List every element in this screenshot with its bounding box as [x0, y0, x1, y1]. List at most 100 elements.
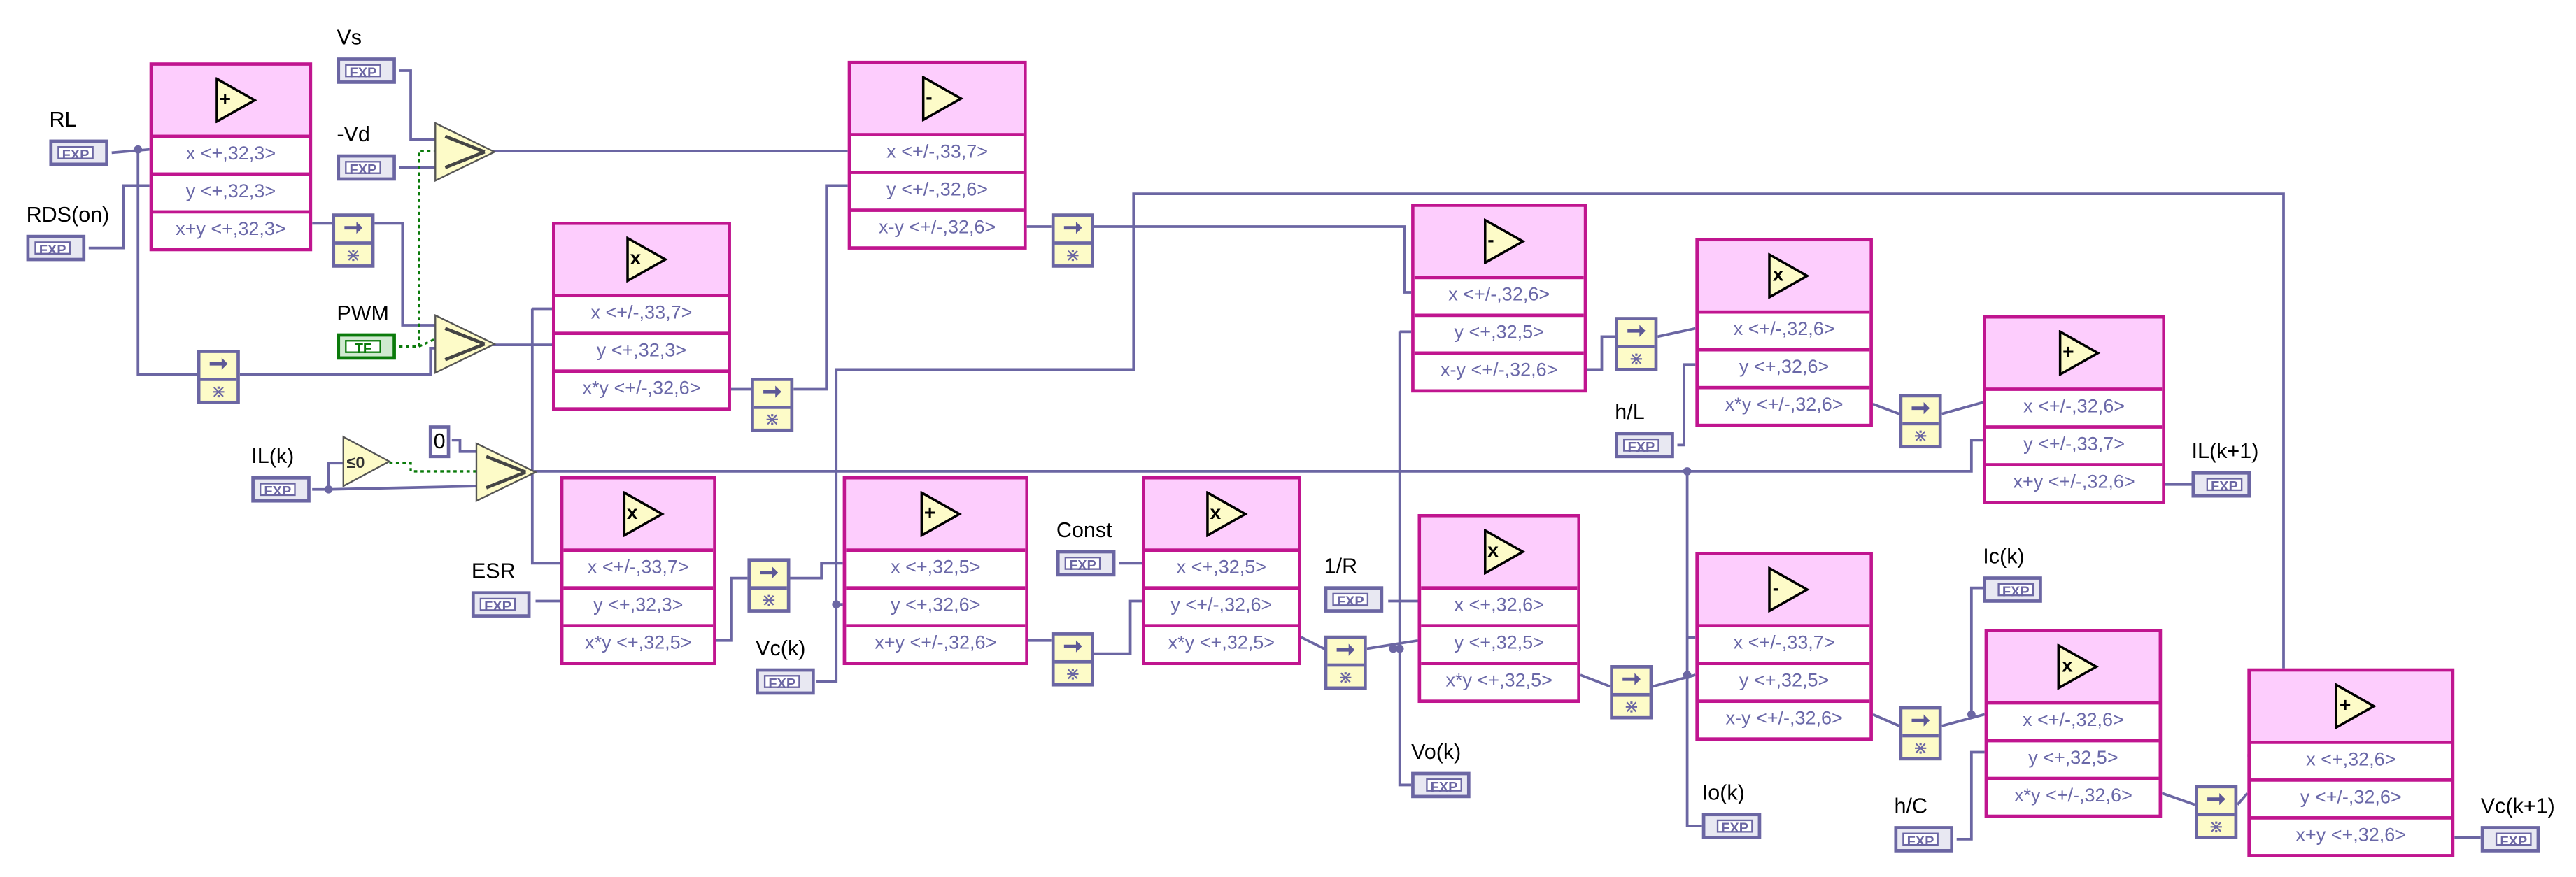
input-x-terminal[interactable]: x <+/-,32,6>: [1414, 279, 1584, 318]
wire[interactable]: [1094, 225, 1412, 294]
output-terminal[interactable]: x+y <+,32,3>: [153, 213, 309, 248]
select-node-3[interactable]: [475, 442, 538, 503]
input-y-terminal[interactable]: y <+,32,3>: [563, 590, 714, 628]
conversion-node[interactable]: ➞ ⋇: [1610, 665, 1653, 720]
wire[interactable]: [1941, 401, 1983, 415]
multiply-block[interactable]: x x <+,32,6> y <+,32,5> x*y <+,32,5>: [1417, 513, 1580, 704]
conversion-node[interactable]: ➞ ⋇: [1051, 632, 1094, 687]
wire[interactable]: [716, 576, 748, 642]
fxp-control[interactable]: FXP: [337, 57, 396, 84]
multiply-block[interactable]: x x <+/-,32,6> y <+,32,6> x*y <+/-,32,6>: [1695, 238, 1873, 427]
input-x-terminal[interactable]: x <+,32,3>: [153, 138, 309, 176]
subtract-block[interactable]: - x <+/-,33,7> y <+/-,32,6> x-y <+/-,32,6>: [847, 60, 1027, 250]
output-terminal[interactable]: x*y <+,32,5>: [563, 627, 713, 662]
fxp-control[interactable]: FXP: [471, 591, 531, 618]
input-y-terminal[interactable]: y <+/-,33,7>: [1986, 429, 2163, 466]
wire[interactable]: [790, 562, 843, 580]
conversion-node[interactable]: ➞ ⋇: [1899, 394, 1942, 449]
input-x-terminal[interactable]: x <+/-,33,7>: [851, 136, 1024, 174]
wire[interactable]: [1398, 331, 1412, 787]
wire[interactable]: [1677, 363, 1696, 447]
numeric-constant-zero[interactable]: 0: [428, 425, 451, 459]
wire[interactable]: [111, 148, 150, 155]
fxp-control[interactable]: FXP: [1324, 586, 1384, 613]
multiply-block[interactable]: x x <+/-,32,6> y <+,32,5> x*y <+/-,32,6>: [1984, 629, 2163, 818]
output-terminal[interactable]: x*y <+/-,32,6>: [1988, 780, 2158, 814]
select-node-1[interactable]: [434, 122, 497, 183]
output-terminal[interactable]: x*y <+/-,32,6>: [555, 373, 728, 407]
multiply-block[interactable]: x x <+,32,5> y <+/-,32,6> x*y <+,32,5>: [1141, 476, 1301, 666]
conversion-node[interactable]: ➞ ⋇: [332, 213, 375, 268]
input-y-terminal[interactable]: y <+,32,5>: [1988, 742, 2159, 780]
wire[interactable]: [1580, 673, 1611, 688]
fxp-control[interactable]: FXP: [49, 139, 108, 166]
wire[interactable]: [1969, 586, 1983, 715]
input-y-terminal[interactable]: y <+,32,5>: [1699, 665, 1870, 704]
wire[interactable]: [1300, 636, 1325, 650]
subtract-block[interactable]: - x <+/-,33,7> y <+,32,5> x-y <+/-,32,6>: [1695, 551, 1873, 741]
input-y-terminal[interactable]: y <+/-,32,6>: [851, 174, 1024, 212]
input-y-terminal[interactable]: y <+,32,6>: [846, 590, 1026, 628]
conversion-node[interactable]: ➞ ⋇: [1899, 706, 1942, 761]
conversion-node[interactable]: ➞ ⋇: [1324, 635, 1367, 690]
multiply-block[interactable]: x x <+/-,33,7> y <+,32,3> x*y <+/-,32,6>: [551, 222, 731, 411]
output-terminal[interactable]: x+y <+/-,32,6>: [846, 627, 1025, 662]
fxp-control[interactable]: FXP: [1894, 826, 1954, 853]
wire[interactable]: [1657, 327, 1696, 338]
fxp-indicator[interactable]: FXP: [1983, 576, 2042, 603]
wire[interactable]: [534, 438, 1983, 473]
conversion-node[interactable]: ➞ ⋇: [2195, 785, 2238, 839]
fxp-indicator[interactable]: FXP: [1411, 771, 1471, 799]
input-x-terminal[interactable]: x <+,32,6>: [2251, 744, 2451, 782]
input-x-terminal[interactable]: x <+/-,33,7>: [1699, 627, 1870, 666]
output-terminal[interactable]: x-y <+/-,32,6>: [1699, 703, 1869, 737]
add-block[interactable]: + x <+,32,3> y <+,32,3> x+y <+,32,3>: [149, 62, 313, 252]
subtract-block[interactable]: - x <+/-,32,6> y <+,32,5> x-y <+/-,32,6>: [1411, 204, 1587, 393]
boolean-control[interactable]: TF: [337, 333, 396, 360]
boolean-wire[interactable]: [389, 462, 482, 473]
input-x-terminal[interactable]: x <+/-,32,6>: [1986, 391, 2163, 429]
output-terminal[interactable]: x*y <+,32,5>: [1421, 665, 1577, 699]
conversion-node[interactable]: ➞ ⋇: [747, 558, 791, 613]
fxp-control[interactable]: FXP: [337, 154, 396, 181]
wire[interactable]: [793, 184, 848, 391]
input-y-terminal[interactable]: y <+,32,3>: [555, 335, 728, 373]
wire[interactable]: [1956, 750, 1985, 841]
output-terminal[interactable]: x*y <+,32,5>: [1145, 627, 1298, 662]
input-x-terminal[interactable]: x <+/-,33,7>: [555, 297, 728, 336]
multiply-block[interactable]: x x <+/-,33,7> y <+,32,3> x*y <+,32,5>: [560, 476, 716, 666]
fxp-indicator[interactable]: FXP: [2480, 826, 2540, 853]
input-x-terminal[interactable]: x <+/-,33,7>: [563, 552, 714, 590]
input-y-terminal[interactable]: y <+/-,32,6>: [2251, 782, 2451, 820]
fxp-control[interactable]: FXP: [26, 234, 86, 262]
wire[interactable]: [399, 69, 441, 141]
wire[interactable]: [1094, 599, 1142, 655]
input-y-terminal[interactable]: y <+,32,5>: [1421, 627, 1578, 666]
output-terminal[interactable]: x+y <+/-,32,6>: [1986, 466, 2162, 501]
conversion-node[interactable]: ➞ ⋇: [1051, 213, 1094, 268]
input-y-terminal[interactable]: y <+/-,32,6>: [1145, 590, 1298, 628]
wire[interactable]: [1587, 335, 1615, 371]
wire[interactable]: [2161, 792, 2195, 806]
fxp-indicator[interactable]: FXP: [2191, 471, 2251, 498]
less-equal-zero-node[interactable]: ≤0: [342, 435, 392, 488]
fxp-control[interactable]: FXP: [1615, 432, 1674, 459]
fxp-control[interactable]: FXP: [251, 476, 311, 503]
wire[interactable]: [1872, 402, 1900, 415]
input-y-terminal[interactable]: y <+,32,6>: [1699, 352, 1870, 390]
output-terminal[interactable]: x-y <+/-,32,6>: [1415, 355, 1584, 389]
conversion-node[interactable]: ➞ ⋇: [751, 378, 794, 432]
input-x-terminal[interactable]: x <+/-,32,6>: [1988, 704, 2159, 743]
input-y-terminal[interactable]: y <+,32,3>: [153, 176, 309, 214]
input-y-terminal[interactable]: y <+,32,5>: [1414, 317, 1584, 355]
wire[interactable]: [2236, 792, 2249, 806]
fxp-indicator[interactable]: FXP: [1701, 813, 1762, 839]
add-block[interactable]: + x <+/-,32,6> y <+/-,33,7> x+y <+/-,32,6>: [1983, 315, 2165, 504]
fxp-control[interactable]: FXP: [756, 668, 815, 695]
output-terminal[interactable]: x+y <+,32,6>: [2251, 820, 2451, 854]
conversion-node[interactable]: ➞ ⋇: [197, 350, 240, 404]
select-node-2[interactable]: [434, 313, 497, 374]
output-terminal[interactable]: x*y <+/-,32,6>: [1699, 390, 1869, 424]
wire[interactable]: [328, 485, 477, 491]
input-x-terminal[interactable]: x <+/-,32,6>: [1699, 314, 1870, 352]
